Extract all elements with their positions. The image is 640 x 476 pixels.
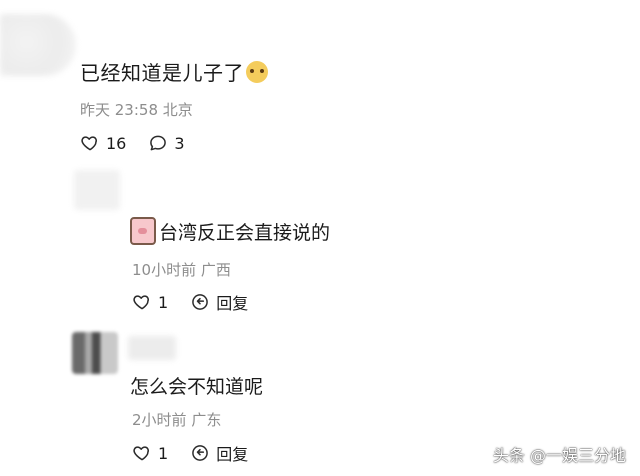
reply1-actions: 1 回复 <box>132 290 270 314</box>
comment-location: 北京 <box>162 101 193 119</box>
reply1-text: 台湾反正会直接说的 <box>130 217 330 245</box>
reply2-username[interactable] <box>128 336 176 360</box>
comment-like-button[interactable]: 16 <box>80 133 126 153</box>
pig-sticker-icon <box>130 217 156 245</box>
heart-icon <box>80 133 100 153</box>
watermark: 头条 @一娱三分地 <box>492 446 626 465</box>
reply2-like-button[interactable]: 1 <box>132 443 168 463</box>
comment-reply-button[interactable]: 3 <box>148 133 185 153</box>
reply1-like-button[interactable]: 1 <box>132 292 168 312</box>
comment-text: 已经知道是儿子了 <box>80 57 268 86</box>
reply2-avatar[interactable] <box>72 332 118 374</box>
reply2-actions: 1 回复 <box>132 441 270 465</box>
comment-avatar[interactable] <box>0 14 76 76</box>
reply1-reply-button[interactable]: 回复 <box>190 290 248 314</box>
smiling-face-emoji-icon <box>246 61 268 83</box>
reply-icon <box>190 443 210 463</box>
reply2-location: 广东 <box>191 411 222 429</box>
reply1-location: 广西 <box>200 261 231 279</box>
reply1-reply-label: 回复 <box>216 294 249 313</box>
reply2-like-count: 1 <box>158 443 169 463</box>
comment-time: 昨天 23:58 <box>80 101 158 119</box>
reply1-like-count: 1 <box>158 292 169 312</box>
reply2-reply-label: 回复 <box>216 445 249 464</box>
reply-icon <box>190 292 210 312</box>
speech-bubble-icon <box>148 133 168 153</box>
reply1-avatar[interactable] <box>74 170 120 210</box>
comment-like-count: 16 <box>106 133 127 153</box>
reply2-meta: 2小时前 广东 <box>132 409 221 430</box>
comment-reply-count: 3 <box>174 133 185 153</box>
reply2-time: 2小时前 <box>132 411 187 429</box>
comment-meta: 昨天 23:58 北京 <box>80 99 193 120</box>
reply2-reply-button[interactable]: 回复 <box>190 441 248 465</box>
reply2-text: 怎么会不知道呢 <box>130 376 264 398</box>
heart-icon <box>132 292 152 312</box>
heart-icon <box>132 443 152 463</box>
reply1-time: 10小时前 <box>132 261 197 279</box>
comment-actions: 16 3 <box>80 133 207 153</box>
reply1-meta: 10小时前 广西 <box>132 259 231 280</box>
